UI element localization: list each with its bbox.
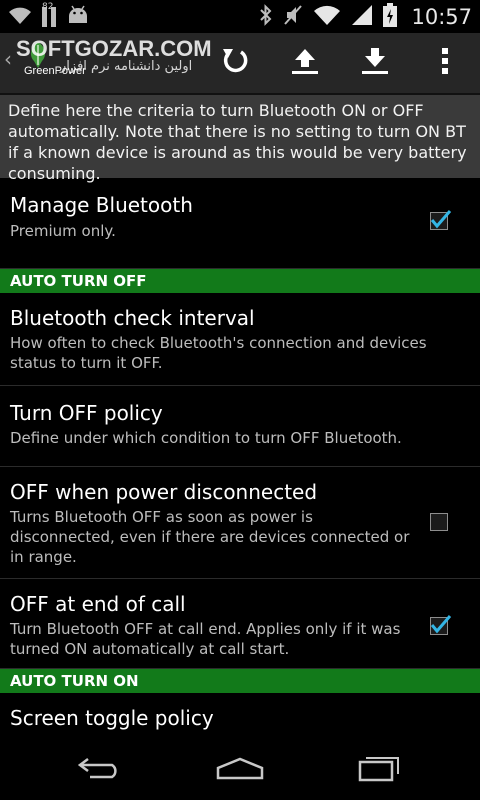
pref-summary: Turns Bluetooth OFF as soon as power is … xyxy=(10,508,410,566)
pref-summary: Premium only. xyxy=(10,222,116,240)
pref-title: Screen toggle policy xyxy=(10,706,214,730)
upload-icon xyxy=(290,46,320,80)
overflow-menu-icon xyxy=(441,47,449,79)
pref-screen-toggle-policy[interactable]: Screen toggle policy xyxy=(0,693,480,740)
pref-title: Bluetooth check interval xyxy=(10,306,255,330)
home-button[interactable] xyxy=(200,750,280,790)
status-right-icons: 10:57 xyxy=(259,3,472,31)
upload-button[interactable] xyxy=(270,33,340,93)
pref-summary: How often to check Bluetooth's connectio… xyxy=(10,334,427,372)
wifi-icon xyxy=(8,5,32,29)
pref-title: Turn OFF policy xyxy=(10,401,163,425)
back-button[interactable] xyxy=(60,750,140,790)
signal-badge: 82 xyxy=(42,2,54,12)
section-header-auto-on: AUTO TURN ON xyxy=(0,669,480,693)
section-header-auto-off: AUTO TURN OFF xyxy=(0,269,480,293)
mute-icon xyxy=(283,4,303,30)
pref-summary: Define under which condition to turn OFF… xyxy=(10,429,402,447)
pref-title: OFF at end of call xyxy=(10,592,186,616)
intro-text: Define here the criteria to turn Bluetoo… xyxy=(0,95,480,183)
android-icon xyxy=(66,5,90,29)
back-icon xyxy=(77,755,122,785)
preferences-list[interactable]: Define here the criteria to turn Bluetoo… xyxy=(0,95,480,740)
status-bar: 82 10:57 xyxy=(0,0,480,33)
manage-bluetooth-checkbox[interactable] xyxy=(430,210,452,230)
bluetooth-icon xyxy=(259,4,273,30)
action-bar: ‹ SOFTGOZAR.COM اولین دانشنامه نرم افزار… xyxy=(0,33,480,95)
power-disconnected-checkbox[interactable] xyxy=(430,513,448,531)
checkmark-icon xyxy=(430,210,452,229)
pref-turn-off-policy[interactable]: Turn OFF policy Define under which condi… xyxy=(0,386,480,467)
pref-end-of-call[interactable]: OFF at end of call Turn Bluetooth OFF at… xyxy=(0,579,480,669)
home-icon xyxy=(216,756,264,784)
home-up-button[interactable]: ‹ SOFTGOZAR.COM اولین دانشنامه نرم افزار… xyxy=(0,33,212,93)
wifi-signal-icon xyxy=(313,4,341,30)
pref-title: Manage Bluetooth xyxy=(10,193,193,217)
download-icon xyxy=(360,46,390,80)
pref-power-disconnected[interactable]: OFF when power disconnected Turns Blueto… xyxy=(0,467,480,579)
pref-title: OFF when power disconnected xyxy=(10,480,318,504)
overflow-menu-button[interactable] xyxy=(410,33,480,93)
refresh-icon xyxy=(219,45,251,81)
recent-apps-icon xyxy=(358,754,402,786)
recent-apps-button[interactable] xyxy=(340,750,420,790)
app-name: GreenPower xyxy=(24,65,86,77)
pref-manage-bluetooth[interactable]: Manage Bluetooth Premium only. xyxy=(0,178,480,269)
navigation-bar xyxy=(0,740,480,800)
battery-charging-icon xyxy=(383,3,398,31)
refresh-button[interactable] xyxy=(200,33,270,93)
checkmark-icon xyxy=(430,615,452,634)
clock: 10:57 xyxy=(411,5,472,29)
end-of-call-checkbox[interactable] xyxy=(430,615,452,635)
download-button[interactable] xyxy=(340,33,410,93)
up-chevron-icon: ‹ xyxy=(4,47,12,71)
signal-icon xyxy=(351,4,373,30)
pref-summary: Turn Bluetooth OFF at call end. Applies … xyxy=(10,620,401,658)
pref-check-interval[interactable]: Bluetooth check interval How often to ch… xyxy=(0,293,480,386)
